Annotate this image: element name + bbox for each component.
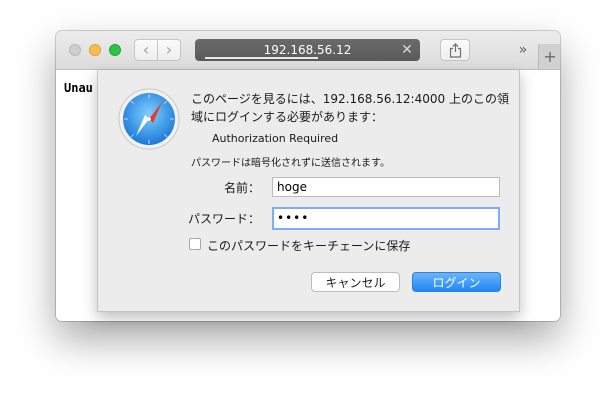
share-icon <box>449 43 462 58</box>
name-label: 名前： <box>223 181 260 195</box>
cancel-button[interactable]: キャンセル <box>311 272 400 292</box>
zoom-window-button[interactable] <box>109 44 121 56</box>
browser-toolbar: ‹ › 192.168.56.12 ✕ » + <box>56 31 560 70</box>
auth-realm: Authorization Required <box>212 132 339 145</box>
new-tab-button[interactable]: + <box>538 44 560 69</box>
close-window-button[interactable] <box>69 44 81 56</box>
forward-button[interactable]: › <box>157 39 181 61</box>
toolbar-overflow-button[interactable]: » <box>514 41 532 59</box>
screen: ‹ › 192.168.56.12 ✕ » + Unau このページを見るには、… <box>0 0 616 401</box>
insecure-note: パスワードは暗号化されずに送信されます。 <box>191 158 390 169</box>
share-button[interactable] <box>440 39 470 61</box>
login-message: このページを見るには、192.168.56.12:4000 上のこの領域にログイ… <box>191 92 509 124</box>
password-label: パスワード： <box>187 212 260 226</box>
login-button[interactable]: ログイン <box>412 272 501 292</box>
address-bar[interactable]: 192.168.56.12 ✕ <box>195 39 420 61</box>
double-chevron-right-icon: » <box>518 42 528 58</box>
save-password-label[interactable]: このパスワードをキーチェーンに保存 <box>207 237 410 254</box>
back-button[interactable]: ‹ <box>134 39 158 61</box>
safari-compass-icon <box>118 88 180 150</box>
username-field[interactable]: hoge <box>272 177 500 197</box>
plus-icon: + <box>543 47 557 66</box>
chevron-right-icon: › <box>165 40 173 59</box>
page-body-text: Unau <box>64 81 93 95</box>
page-load-progress <box>205 57 318 59</box>
password-field[interactable]: •••• <box>272 207 500 230</box>
stop-loading-icon[interactable]: ✕ <box>400 43 414 57</box>
save-password-checkbox[interactable] <box>189 238 201 250</box>
authentication-dialog: このページを見るには、192.168.56.12:4000 上のこの領域にログイ… <box>97 70 520 312</box>
minimize-window-button[interactable] <box>89 44 101 56</box>
chevron-left-icon: ‹ <box>142 40 150 59</box>
